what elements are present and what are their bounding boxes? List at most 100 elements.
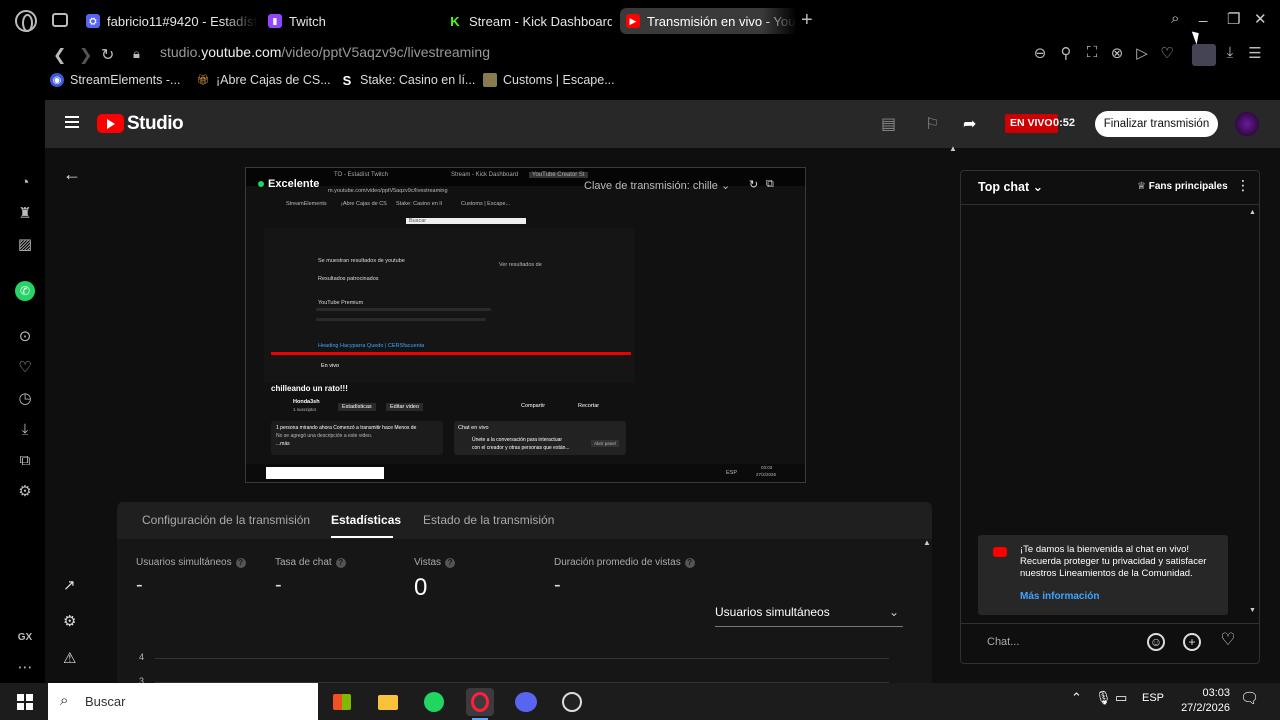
chat-mode-select[interactable]: Top chat ⌄ bbox=[978, 179, 1043, 194]
discord-icon[interactable] bbox=[512, 688, 540, 716]
menu-icon[interactable] bbox=[65, 116, 79, 128]
history-icon[interactable]: ◷ bbox=[15, 389, 35, 409]
favorites-icon[interactable]: ♡ bbox=[15, 358, 35, 378]
emoji-icon[interactable]: ☺ bbox=[1147, 633, 1165, 651]
calendar-icon[interactable]: ▤ bbox=[881, 114, 896, 134]
tab-kick[interactable]: K Stream - Kick Dashboard bbox=[442, 8, 612, 34]
back-arrow-icon[interactable]: ← bbox=[63, 164, 81, 185]
popout-icon[interactable]: ⧉ bbox=[766, 178, 774, 191]
gx-label[interactable]: GX bbox=[12, 628, 38, 648]
taskbar-clock[interactable]: 03:03 27/2/2026 bbox=[1170, 686, 1230, 716]
help-icon[interactable]: ? bbox=[445, 558, 456, 568]
feedback-icon[interactable]: ⚠ bbox=[63, 649, 76, 667]
add-icon[interactable]: + bbox=[1183, 633, 1201, 651]
preview-button: Compartir bbox=[521, 403, 546, 409]
tab-twitch[interactable]: ▮ Twitch bbox=[262, 8, 432, 34]
tab-stream-settings[interactable]: Configuración de la transmisión bbox=[142, 513, 310, 527]
stream-key-label: Clave de transmisión: chille bbox=[584, 180, 718, 192]
clock-date: 27/2/2026 bbox=[1181, 702, 1230, 714]
stream-preview[interactable]: TO - Estadíst Twitch Stream - Kick Dashb… bbox=[245, 167, 806, 483]
kick-icon: K bbox=[448, 14, 462, 29]
store-icon[interactable] bbox=[328, 688, 356, 716]
panel-scrollbar[interactable]: ▲ bbox=[921, 538, 931, 686]
easy-setup-icon[interactable]: ☰ bbox=[1246, 44, 1264, 62]
player-icon[interactable]: ▷ bbox=[1133, 44, 1151, 62]
more-options-icon[interactable]: ⋮ bbox=[1236, 177, 1250, 194]
top-fans-button[interactable]: ♕ Fans principales bbox=[1137, 181, 1228, 192]
preview-results: Se muestran resultados de youtube bbox=[318, 258, 405, 264]
new-tab-button[interactable]: + bbox=[801, 9, 813, 31]
workspaces-icon[interactable] bbox=[52, 13, 68, 27]
heart-icon[interactable]: ♡ bbox=[1219, 631, 1237, 651]
stat-label: Duración promedio de vistas bbox=[554, 557, 681, 568]
taskbar-search[interactable]: ⌕ Buscar bbox=[48, 683, 318, 720]
bookmark-heart-icon[interactable]: ♡ bbox=[1158, 44, 1176, 62]
extensions-icon[interactable]: ⧉ bbox=[15, 451, 35, 471]
gx-corner-icon[interactable]: ♜ bbox=[15, 204, 35, 224]
lock-icon[interactable]: 🔒︎ bbox=[133, 46, 140, 62]
metric-dropdown[interactable]: Usuarios simultáneos ⌄ bbox=[715, 605, 903, 627]
maximize-icon[interactable]: ❐ bbox=[1227, 10, 1240, 28]
bookmark-label: StreamElements -... bbox=[70, 73, 181, 87]
tray-chevron-up-icon[interactable]: ⌃ bbox=[1071, 690, 1082, 706]
microphone-icon[interactable]: 🎙︎ bbox=[1095, 690, 1112, 706]
notifications-icon[interactable]: 🗨︎ bbox=[1240, 689, 1259, 707]
open-external-icon[interactable]: ↗ bbox=[63, 576, 76, 594]
twitch-sidebar-icon[interactable]: ▨ bbox=[15, 235, 35, 255]
more-icon[interactable]: ⋯ bbox=[15, 658, 35, 678]
screenshot-icon[interactable]: ⛶ bbox=[1083, 44, 1101, 61]
bookmark-icon[interactable]: ⚐ bbox=[925, 114, 939, 134]
settings-icon[interactable]: ⚙ bbox=[63, 612, 76, 630]
network-icon[interactable]: ▭ bbox=[1115, 690, 1127, 706]
minimize-icon[interactable]: _ bbox=[1199, 6, 1207, 23]
windows-start-icon[interactable] bbox=[17, 694, 33, 710]
close-icon[interactable]: ✕ bbox=[1254, 10, 1267, 28]
end-stream-button[interactable]: Finalizar transmisión bbox=[1095, 111, 1218, 137]
opera-gx-icon[interactable] bbox=[466, 688, 494, 720]
adblock-icon[interactable]: ⊗ bbox=[1108, 44, 1126, 62]
chat-scroll-up-icon[interactable]: ▲ bbox=[1249, 209, 1256, 216]
chat-scroll-down-icon[interactable]: ▼ bbox=[1249, 607, 1256, 614]
refresh-icon[interactable]: ↻ bbox=[749, 178, 758, 191]
gx-control-icon[interactable]: ◔ bbox=[15, 173, 35, 193]
bookmark-customs[interactable]: Customs | Escape... bbox=[483, 73, 615, 87]
file-explorer-icon[interactable] bbox=[374, 688, 402, 716]
page-scroll-up-icon[interactable]: ▲ bbox=[949, 144, 957, 153]
pin-icon[interactable]: ⚲ bbox=[1057, 44, 1075, 62]
language-indicator[interactable]: ESP bbox=[1142, 692, 1164, 704]
player-sidebar-icon[interactable]: ⊙ bbox=[15, 327, 35, 347]
back-icon[interactable]: ❮ bbox=[53, 45, 66, 65]
more-info-link[interactable]: Más información bbox=[1020, 591, 1099, 602]
tab-youtube-studio[interactable]: ▶ Transmisión en vivo - YouT bbox=[620, 8, 797, 34]
settings-sidebar-icon[interactable]: ⚙ bbox=[15, 482, 35, 502]
help-icon[interactable]: ? bbox=[684, 558, 695, 568]
profile-avatar-icon[interactable] bbox=[1192, 44, 1216, 66]
bookmark-streamelements[interactable]: ◉ StreamElements -... bbox=[50, 73, 180, 87]
opera-gx-logo-icon[interactable] bbox=[15, 10, 37, 32]
download-icon[interactable]: ⤓ bbox=[1221, 44, 1239, 61]
share-icon[interactable]: ➦ bbox=[963, 114, 976, 134]
obs-icon[interactable] bbox=[558, 688, 586, 716]
spotify-icon[interactable] bbox=[420, 688, 448, 716]
help-icon[interactable]: ? bbox=[335, 558, 346, 568]
forward-icon[interactable]: ❯ bbox=[79, 45, 92, 65]
zoom-out-icon[interactable]: ⊖ bbox=[1031, 44, 1049, 62]
chat-input[interactable]: Chat... bbox=[987, 636, 1019, 648]
reload-icon[interactable]: ↻ bbox=[101, 45, 114, 65]
stat-views: Vistas? 0 bbox=[414, 557, 456, 602]
youtube-logo-icon[interactable] bbox=[97, 114, 124, 133]
stream-key-select[interactable]: Clave de transmisión: chille ⌄ bbox=[584, 179, 730, 192]
bookmark-cs-cases[interactable]: 🎁︎ ¡Abre Cajas de CS... bbox=[196, 73, 331, 87]
url-field[interactable]: studio.youtube.com/video/pptV5aqzv9c/liv… bbox=[160, 44, 490, 60]
help-icon[interactable]: ? bbox=[235, 558, 246, 568]
scroll-up-icon[interactable]: ▲ bbox=[923, 538, 931, 547]
tab-discord-stats[interactable]: ⛭ fabricio11#9420 - Estadíst bbox=[80, 8, 258, 34]
tab-stream-health[interactable]: Estado de la transmisión bbox=[423, 513, 554, 527]
tab-analytics[interactable]: Estadísticas bbox=[331, 513, 401, 527]
avatar[interactable] bbox=[1235, 112, 1259, 136]
downloads-sidebar-icon[interactable]: ⤓ bbox=[15, 420, 35, 440]
whatsapp-icon[interactable]: ✆ bbox=[15, 281, 35, 301]
search-tabs-icon[interactable]: ⌕ bbox=[1171, 10, 1179, 27]
preview-chat-button: Abrir panel bbox=[591, 440, 619, 447]
bookmark-stake[interactable]: S Stake: Casino en lí... bbox=[340, 73, 476, 88]
